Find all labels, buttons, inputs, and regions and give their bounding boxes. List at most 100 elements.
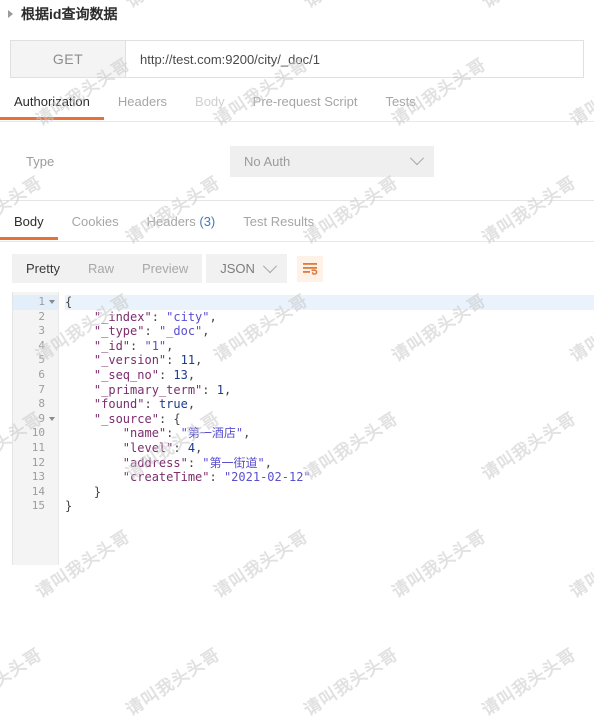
code-line: "found": true, [65,397,594,412]
code-token: 11 [180,353,196,368]
gutter-line-number: 7 [38,382,45,396]
pane-splitter[interactable] [0,200,594,201]
response-format-toolbar: Pretty Raw Preview JSON [12,254,323,283]
gutter-line-number: 13 [31,470,45,484]
code-token: : [130,338,145,353]
tab-tests[interactable]: Tests [371,90,429,119]
fold-triangle-icon[interactable] [49,416,55,421]
code-token: 1 [216,382,224,397]
request-title-row: 根据id查询数据 [0,0,594,28]
triangle-right-icon[interactable] [8,10,13,18]
code-token: : [173,440,188,455]
code-token: , [209,309,217,324]
code-token: , [187,397,196,412]
code-line: } [65,499,594,514]
tab-body[interactable]: Body [181,90,239,119]
code-token: : [187,455,203,470]
code-token: "第一街道" [202,455,265,470]
watermark-text: 请叫我头头哥 [122,644,225,720]
auth-type-select[interactable]: No Auth [230,145,434,177]
watermark-text: 请叫我头头哥 [300,644,403,720]
editor-code-area[interactable]: { "_index": "city", "_type": "_doc", "_i… [59,292,594,565]
code-token: : [158,367,174,382]
response-language-select[interactable]: JSON [206,254,287,283]
response-tab-cookies-label: Cookies [71,214,119,229]
response-tab-test-results[interactable]: Test Results [229,210,328,239]
tab-headers[interactable]: Headers [104,90,181,119]
code-token: : [166,426,181,441]
code-token: "name" [122,426,167,441]
code-token: : [166,353,181,368]
fold-triangle-icon[interactable] [49,300,55,304]
tab-authorization[interactable]: Authorization [0,90,104,120]
response-body-editor[interactable]: 1 2 3 4 5 6 7 8 9 10 11 12 13 14 15 { "_index": "city"… [12,292,594,565]
request-tabs: Authorization Headers Body Pre-request S… [0,90,594,122]
code-token: } [65,499,73,514]
code-token: , [195,353,203,368]
code-token: : { [158,411,181,426]
code-token: : [202,382,217,397]
tab-pre-request-script[interactable]: Pre-request Script [239,90,372,119]
code-token: : [151,309,167,324]
code-token: "_doc" [158,324,203,339]
code-line: "_type": "_doc", [65,324,594,339]
gutter-line-number: 11 [31,440,45,454]
chevron-down-icon [409,151,425,166]
format-mode-group: Pretty Raw Preview [12,254,203,283]
code-line: "level": 4, [65,441,594,456]
response-tab-body-label: Body [14,214,44,229]
response-tab-headers[interactable]: Headers (3) [133,210,230,239]
http-method-selector[interactable]: GET [11,41,126,77]
gutter-line-number: 9 [13,412,58,427]
code-line: } [65,485,594,500]
code-line: "_id": "1", [65,339,594,354]
response-tab-body[interactable]: Body [0,210,58,240]
authorization-type-row: Type No Auth [0,142,594,180]
format-mode-raw[interactable]: Raw [74,254,128,283]
auth-type-label: Type [26,153,55,169]
code-token: : [144,324,159,339]
code-token: "第一酒店" [180,426,244,441]
code-line: "_source": { [65,412,594,427]
gutter-line-number: 3 [38,324,45,338]
response-tab-test-results-label: Test Results [243,214,315,229]
code-token: "address" [122,455,188,470]
word-wrap-icon [302,262,318,275]
format-mode-pretty[interactable]: Pretty [12,254,74,283]
gutter-line-number: 6 [38,367,45,381]
watermark-text: 请叫我头头哥 [478,644,581,720]
code-line: "_primary_term": 1, [65,383,594,398]
editor-gutter: 1 2 3 4 5 6 7 8 9 10 11 12 13 14 15 [13,292,59,565]
code-token: } [65,484,102,499]
response-tabs: Body Cookies Headers (3) Test Results [0,210,594,242]
url-text: http://test.com:9200/city/_doc/1 [140,51,320,67]
gutter-line-number: 5 [38,353,45,367]
format-mode-preview[interactable]: Preview [128,254,202,283]
code-token: true [158,397,188,412]
code-token: : [209,470,224,485]
code-line: { [65,295,594,310]
code-token: "1" [144,338,167,353]
code-token: "_type" [93,324,145,339]
code-line: "address": "第一街道", [65,456,594,471]
http-method-label: GET [52,51,84,67]
gutter-line-number: 10 [31,426,45,440]
code-line: "_version": 11, [65,353,594,368]
code-line: "name": "第一酒店", [65,426,594,441]
response-tab-cookies[interactable]: Cookies [58,210,133,239]
gutter-line-number: 12 [31,455,45,469]
code-line: "_index": "city", [65,310,594,325]
code-token: , [223,382,232,397]
code-token: "_version" [93,353,167,368]
url-input[interactable]: http://test.com:9200/city/_doc/1 [126,41,583,77]
word-wrap-toggle[interactable] [296,255,323,282]
